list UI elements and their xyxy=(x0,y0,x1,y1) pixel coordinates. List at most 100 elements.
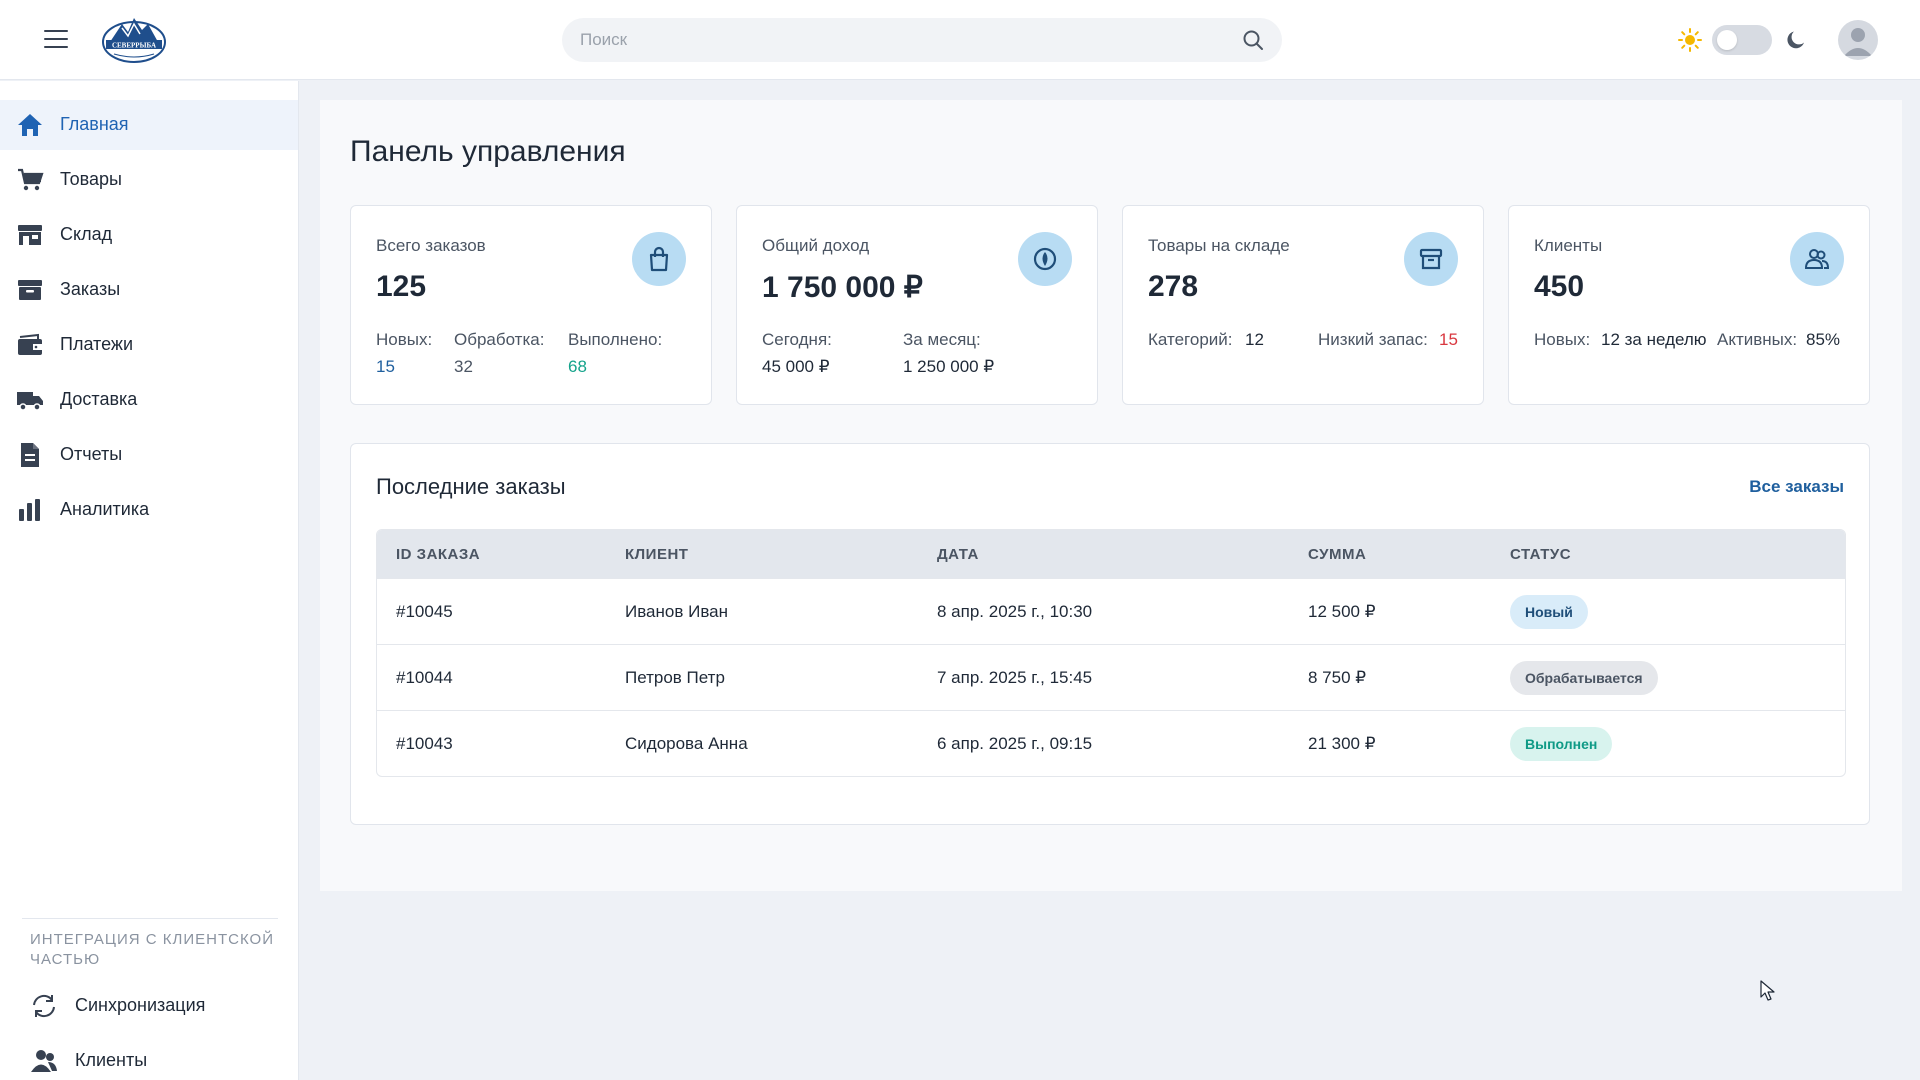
stat-card-orders: Всего заказов 125 Новых: 15 Обработка: 3… xyxy=(350,205,712,405)
document-icon xyxy=(16,442,44,468)
sidebar-item-label: Склад xyxy=(60,224,113,244)
sidebar-item-sync[interactable]: Синхронизация xyxy=(0,981,298,1029)
sidebar-item-payments[interactable]: Платежи xyxy=(0,320,298,370)
recent-orders-title: Последние заказы xyxy=(376,474,566,499)
clients-active-label: Активных: xyxy=(1717,330,1798,349)
card-label: Клиенты xyxy=(1534,236,1603,255)
box-icon xyxy=(16,277,44,303)
orders-processing-label: Обработка: xyxy=(454,330,545,349)
sidebar-item-label: Заказы xyxy=(60,279,121,299)
column-header-sum[interactable]: СУММА xyxy=(1308,546,1366,563)
toggle-knob xyxy=(1717,30,1737,50)
moon-icon xyxy=(1784,28,1808,52)
page-title: Панель управления xyxy=(350,135,626,168)
sidebar-item-reports[interactable]: Отчеты xyxy=(0,430,298,480)
sidebar-item-analytics[interactable]: Аналитика xyxy=(0,485,298,535)
order-date: 6 апр. 2025 г., 09:15 xyxy=(937,734,1093,753)
orders-processing-value: 32 xyxy=(454,357,473,376)
search-icon[interactable] xyxy=(1242,29,1264,51)
income-month-value: 1 250 000 ₽ xyxy=(903,357,995,376)
all-orders-link[interactable]: Все заказы xyxy=(1749,477,1844,497)
status-badge: Обрабатывается xyxy=(1510,661,1658,695)
order-id: #10043 xyxy=(396,734,453,753)
sidebar-item-home[interactable]: Главная xyxy=(0,100,298,150)
bar-chart-icon xyxy=(16,497,44,523)
order-client: Иванов Иван xyxy=(625,602,729,621)
truck-icon xyxy=(16,387,44,413)
income-month-label: За месяц: xyxy=(903,330,981,349)
order-sum: 12 500 ₽ xyxy=(1308,602,1376,621)
card-value: 450 xyxy=(1534,270,1585,303)
card-value: 125 xyxy=(376,270,427,303)
card-label: Всего заказов xyxy=(376,236,486,255)
shopping-bag-icon xyxy=(632,232,686,286)
stock-categories-value: 12 xyxy=(1245,330,1264,349)
orders-new-value: 15 xyxy=(376,357,395,376)
sidebar-item-label: Доставка xyxy=(60,389,138,409)
sidebar-section-title: Интеграция с клиентской частью xyxy=(30,931,275,968)
order-id: #10045 xyxy=(396,602,453,621)
status-badge: Выполнен xyxy=(1510,727,1613,761)
sidebar: Главная Товары Склад Заказы Платежи Дост… xyxy=(0,81,299,1080)
column-header-client[interactable]: КЛИЕНТ xyxy=(625,546,688,563)
sidebar-item-warehouse[interactable]: Склад xyxy=(0,210,298,260)
table-row[interactable]: #10045 Иванов Иван 8 апр. 2025 г., 10:30… xyxy=(377,578,1845,644)
mouse-cursor-icon xyxy=(1760,980,1776,1002)
order-date: 7 апр. 2025 г., 15:45 xyxy=(937,668,1093,687)
users-icon xyxy=(1790,232,1844,286)
sun-icon xyxy=(1678,28,1702,52)
company-logo[interactable]: СЕВЕРРЫБА xyxy=(100,14,168,66)
stat-card-income: Общий доход 1 750 000 ₽ Сегодня: 45 000 … xyxy=(736,205,1098,405)
menu-icon[interactable] xyxy=(44,30,68,50)
card-value: 1 750 000 ₽ xyxy=(762,271,923,304)
coin-icon xyxy=(1018,232,1072,286)
income-today-value: 45 000 ₽ xyxy=(762,357,830,376)
order-sum: 8 750 ₽ xyxy=(1308,668,1367,687)
card-label: Товары на складе xyxy=(1148,236,1290,255)
order-client: Петров Петр xyxy=(625,668,725,687)
sync-icon xyxy=(30,993,58,1019)
users-icon xyxy=(30,1048,58,1074)
wallet-icon xyxy=(16,332,44,358)
warehouse-icon xyxy=(16,222,44,248)
table-row[interactable]: #10044 Петров Петр 7 апр. 2025 г., 15:45… xyxy=(377,644,1845,710)
sidebar-item-label: Синхронизация xyxy=(75,995,206,1015)
search-input[interactable] xyxy=(580,18,1220,62)
table-header: ID ЗАКАЗА КЛИЕНТ ДАТА СУММА СТАТУС xyxy=(377,530,1845,578)
column-header-status[interactable]: СТАТУС xyxy=(1510,546,1571,563)
top-header: СЕВЕРРЫБА xyxy=(0,0,1920,80)
clients-active-value: 85% xyxy=(1806,330,1841,349)
sidebar-item-label: Платежи xyxy=(60,334,134,354)
svg-text:СЕВЕРРЫБА: СЕВЕРРЫБА xyxy=(112,42,156,50)
order-id: #10044 xyxy=(396,668,453,687)
sidebar-item-orders[interactable]: Заказы xyxy=(0,265,298,315)
clients-new-label: Новых: xyxy=(1534,330,1591,349)
theme-toggle[interactable] xyxy=(1712,25,1772,55)
sidebar-item-clients[interactable]: Клиенты xyxy=(0,1036,298,1080)
order-client: Сидорова Анна xyxy=(625,734,748,753)
card-label: Общий доход xyxy=(762,236,870,255)
orders-table: ID ЗАКАЗА КЛИЕНТ ДАТА СУММА СТАТУС #1004… xyxy=(376,529,1846,777)
sidebar-item-products[interactable]: Товары xyxy=(0,155,298,205)
recent-orders-panel: Последние заказы Все заказы ID ЗАКАЗА КЛ… xyxy=(350,443,1870,825)
orders-new-label: Новых: xyxy=(376,330,433,349)
sidebar-item-label: Отчеты xyxy=(60,444,123,464)
stock-categories-label: Категорий: xyxy=(1148,330,1233,349)
search-bar xyxy=(562,18,1282,62)
sidebar-item-label: Клиенты xyxy=(75,1050,148,1070)
home-icon xyxy=(16,112,44,138)
order-sum: 21 300 ₽ xyxy=(1308,734,1376,753)
orders-done-label: Выполнено: xyxy=(568,330,663,349)
clients-new-value: 12 за неделю xyxy=(1601,330,1707,349)
sidebar-divider xyxy=(22,918,278,919)
cart-icon xyxy=(16,167,44,193)
status-badge: Новый xyxy=(1510,595,1588,629)
sidebar-item-delivery[interactable]: Доставка xyxy=(0,375,298,425)
sidebar-item-label: Товары xyxy=(60,169,122,189)
column-header-id[interactable]: ID ЗАКАЗА xyxy=(396,546,480,563)
column-header-date[interactable]: ДАТА xyxy=(937,546,979,563)
user-avatar[interactable] xyxy=(1838,20,1878,60)
order-date: 8 апр. 2025 г., 10:30 xyxy=(937,602,1093,621)
table-row[interactable]: #10043 Сидорова Анна 6 апр. 2025 г., 09:… xyxy=(377,710,1845,776)
sidebar-item-label: Аналитика xyxy=(60,499,150,519)
